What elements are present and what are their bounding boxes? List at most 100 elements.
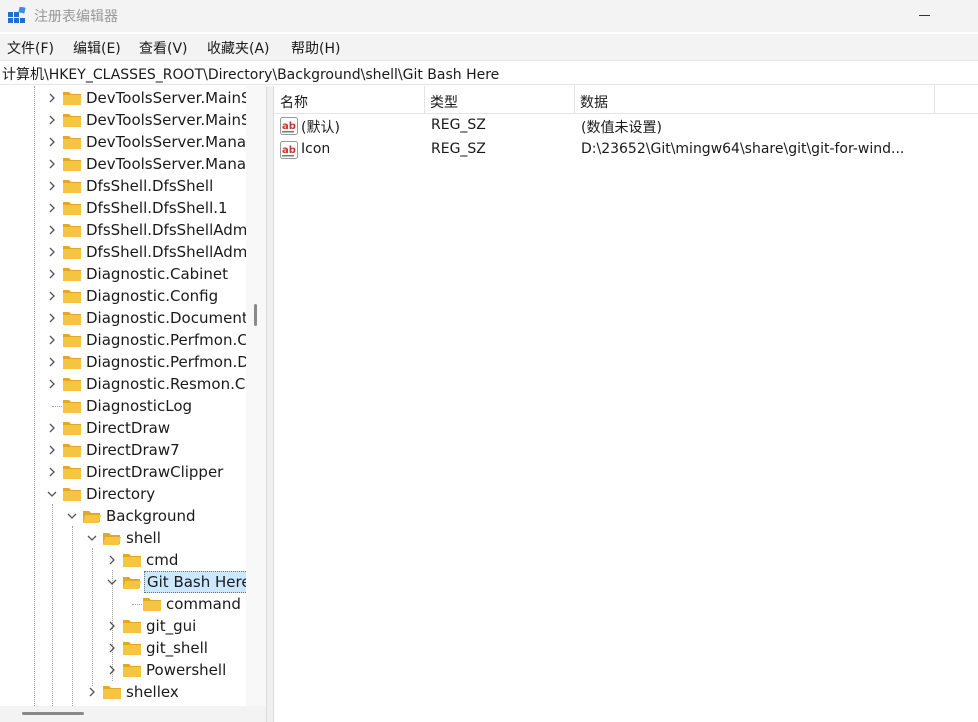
chevron-right-icon[interactable]: [46, 422, 58, 434]
tree-node-label: Directory: [86, 485, 156, 503]
folder-icon: [63, 400, 81, 413]
tree-node-label: git_shell: [146, 639, 208, 657]
value-data: D:\23652\Git\mingw64\share\git\git-for-w…: [581, 141, 905, 157]
chevron-right-icon[interactable]: [46, 268, 58, 280]
string-value-icon: ab: [280, 141, 298, 159]
chevron-right-icon[interactable]: [46, 356, 58, 368]
chevron-down-icon[interactable]: [86, 532, 98, 544]
chevron-right-icon[interactable]: [46, 290, 58, 302]
folder-icon: [63, 202, 81, 215]
chevron-right-icon[interactable]: [46, 444, 58, 456]
chevron-right-icon[interactable]: [46, 202, 58, 214]
key-tree: DevToolsServer.MainS DevToolsServer.MainS…: [0, 86, 246, 706]
tree-node-label: Diagnostic.Perfmon.C: [86, 331, 246, 349]
tree-node[interactable]: git_gui: [0, 615, 246, 637]
tree-node-label: DevToolsServer.MainS: [86, 89, 246, 107]
chevron-right-icon[interactable]: [106, 664, 118, 676]
tree-node[interactable]: Directory: [0, 483, 246, 505]
chevron-right-icon[interactable]: [46, 114, 58, 126]
tree-node[interactable]: git_shell: [0, 637, 246, 659]
tree-node[interactable]: Diagnostic.Config: [0, 285, 246, 307]
tree-node[interactable]: cmd: [0, 549, 246, 571]
tree-node[interactable]: Diagnostic.Perfmon.D: [0, 351, 246, 373]
tree-vertical-scroll-thumb[interactable]: [254, 304, 257, 326]
menu-bar: 文件(F) 编辑(E) 查看(V) 收藏夹(A) 帮助(H): [0, 34, 978, 60]
chevron-right-icon[interactable]: [46, 246, 58, 258]
chevron-right-icon[interactable]: [106, 554, 118, 566]
chevron-right-icon[interactable]: [46, 334, 58, 346]
column-divider[interactable]: [424, 86, 425, 114]
chevron-right-icon[interactable]: [46, 466, 58, 478]
menu-help[interactable]: 帮助(H): [291, 38, 340, 58]
tree-node[interactable]: command: [0, 593, 246, 615]
chevron-right-icon[interactable]: [46, 378, 58, 390]
list-header: 名称 类型 数据: [274, 86, 978, 114]
tree-node[interactable]: DirectDraw: [0, 417, 246, 439]
tree-node-label: DiagnosticLog: [86, 397, 193, 415]
minimize-icon: [919, 15, 930, 16]
chevron-right-icon[interactable]: [46, 92, 58, 104]
folder-icon: [63, 488, 81, 501]
tree-node-label: DfsShell.DfsShell: [86, 177, 214, 195]
tree-node[interactable]: DiagnosticLog: [0, 395, 246, 417]
tree-node[interactable]: shellex: [0, 681, 246, 703]
tree-node[interactable]: DirectDraw7: [0, 439, 246, 461]
address-path[interactable]: 计算机\HKEY_CLASSES_ROOT\Directory\Backgrou…: [2, 64, 499, 84]
chevron-right-icon[interactable]: [86, 686, 98, 698]
column-header-name[interactable]: 名称: [280, 92, 308, 112]
tree-horizontal-scroll-thumb[interactable]: [22, 712, 84, 715]
chevron-right-icon[interactable]: [46, 136, 58, 148]
chevron-down-icon[interactable]: [66, 510, 78, 522]
tree-node[interactable]: DevToolsServer.Mana: [0, 131, 246, 153]
tree-node[interactable]: DfsShell.DfsShell: [0, 175, 246, 197]
tree-node[interactable]: DfsShell.DfsShellAdmi: [0, 219, 246, 241]
tree-node[interactable]: DevToolsServer.MainS: [0, 109, 246, 131]
key-tree-pane: DevToolsServer.MainS DevToolsServer.MainS…: [0, 86, 266, 722]
tree-node[interactable]: DevToolsServer.MainS: [0, 87, 246, 109]
value-name: (默认): [301, 120, 340, 136]
tree-node[interactable]: Diagnostic.Document: [0, 307, 246, 329]
menu-file[interactable]: 文件(F): [7, 38, 54, 58]
tree-node-label: DevToolsServer.MainS: [86, 111, 246, 129]
tree-node[interactable]: DirectDrawClipper: [0, 461, 246, 483]
chevron-down-icon[interactable]: [46, 488, 58, 500]
tree-node[interactable]: DfsShell.DfsShellAdmi: [0, 241, 246, 263]
menu-view[interactable]: 查看(V): [139, 38, 188, 58]
chevron-right-icon[interactable]: [106, 642, 118, 654]
column-divider[interactable]: [934, 86, 935, 114]
column-divider[interactable]: [574, 86, 575, 114]
chevron-down-icon[interactable]: [106, 576, 118, 588]
tree-node-label: Background: [106, 507, 196, 525]
menu-edit[interactable]: 编辑(E): [73, 38, 121, 58]
svg-text:ab: ab: [282, 145, 296, 156]
folder-icon: [63, 312, 81, 325]
tree-node[interactable]: DevToolsServer.Mana: [0, 153, 246, 175]
pane-splitter[interactable]: [266, 86, 274, 722]
tree-node-label: DirectDraw7: [86, 441, 180, 459]
chevron-right-icon[interactable]: [46, 224, 58, 236]
tree-vertical-scrollbar[interactable]: [246, 86, 266, 706]
menu-favorites[interactable]: 收藏夹(A): [207, 38, 270, 58]
chevron-right-icon[interactable]: [106, 620, 118, 632]
column-header-type[interactable]: 类型: [430, 92, 458, 112]
tree-node[interactable]: Diagnostic.Resmon.Co: [0, 373, 246, 395]
value-row[interactable]: ab (默认) REG_SZ (数值未设置): [274, 114, 978, 138]
chevron-right-icon[interactable]: [46, 158, 58, 170]
tree-node-label: Diagnostic.Cabinet: [86, 265, 228, 283]
tree-node[interactable]: Diagnostic.Perfmon.C: [0, 329, 246, 351]
tree-node-label: DevToolsServer.Mana: [86, 155, 246, 173]
address-bar[interactable]: 计算机\HKEY_CLASSES_ROOT\Directory\Backgrou…: [0, 60, 978, 85]
chevron-right-icon[interactable]: [46, 312, 58, 324]
folder-icon: [63, 290, 81, 303]
tree-node[interactable]: Git Bash Here: [0, 571, 246, 593]
tree-node[interactable]: Background: [0, 505, 246, 527]
minimize-button[interactable]: [910, 0, 944, 32]
value-type: REG_SZ: [431, 141, 486, 157]
chevron-right-icon[interactable]: [46, 180, 58, 192]
tree-node[interactable]: Powershell: [0, 659, 246, 681]
tree-node[interactable]: shell: [0, 527, 246, 549]
tree-node[interactable]: Diagnostic.Cabinet: [0, 263, 246, 285]
tree-node[interactable]: DfsShell.DfsShell.1: [0, 197, 246, 219]
value-row[interactable]: ab Icon REG_SZ D:\23652\Git\mingw64\shar…: [274, 138, 978, 162]
column-header-data[interactable]: 数据: [580, 92, 608, 112]
